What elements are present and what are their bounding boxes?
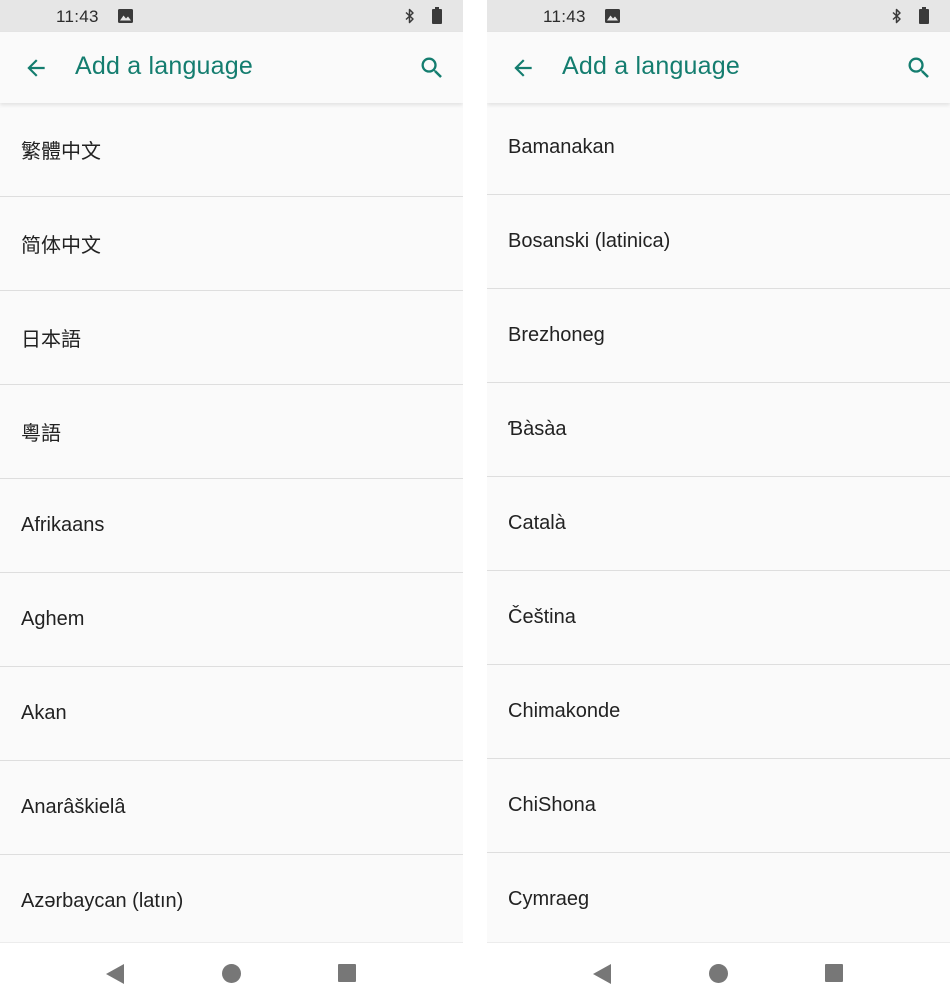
language-item[interactable]: Ɓàsàa [487, 383, 950, 477]
image-icon [118, 9, 133, 23]
language-label: Chimakonde [508, 700, 621, 722]
status-bar: 11:43 [0, 0, 463, 32]
language-item[interactable]: Akan [0, 667, 463, 761]
status-time: 11:43 [543, 7, 586, 26]
language-label: 繁體中文 [21, 141, 101, 163]
language-item[interactable]: Català [487, 477, 950, 571]
language-list: 繁體中文 简体中文 日本語 粵語 Afrikaans Aghem Akan An… [0, 103, 463, 949]
language-item[interactable]: 简体中文 [0, 197, 463, 291]
battery-icon [919, 7, 929, 24]
language-item[interactable]: Brezhoneg [487, 289, 950, 383]
bluetooth-icon [892, 8, 901, 24]
language-label: Anarâškielâ [21, 796, 126, 818]
language-label: Azərbaycan (latın) [21, 890, 184, 912]
phone-screen-left: 11:43 Add a language 繁體中文 简体中文 日本語 粵語 Af… [0, 0, 463, 1002]
language-item[interactable]: Aghem [0, 573, 463, 667]
page-title: Add a language [75, 52, 253, 80]
search-icon [908, 57, 929, 78]
search-button[interactable] [905, 54, 933, 82]
language-item[interactable]: Chimakonde [487, 665, 950, 759]
language-label: Bosanski (latinica) [508, 230, 671, 252]
navigation-bar [487, 942, 950, 1002]
language-item[interactable]: Bamanakan [487, 101, 950, 195]
navigation-bar [0, 942, 463, 1002]
phone-screen-right: 11:43 Add a language Bamanakan Bosanski … [487, 0, 950, 1002]
app-bar: Add a language [0, 32, 463, 103]
app-bar: Add a language [487, 32, 950, 103]
battery-icon [432, 7, 442, 24]
language-item[interactable]: Bosanski (latinica) [487, 195, 950, 289]
language-item[interactable]: Azərbaycan (latın) [0, 855, 463, 949]
bluetooth-icon [405, 8, 414, 24]
nav-back-icon[interactable] [105, 963, 125, 985]
image-icon [605, 9, 620, 23]
language-label: Akan [21, 702, 67, 724]
language-label: Brezhoneg [508, 324, 605, 346]
language-label: Bamanakan [508, 136, 615, 158]
language-label: 粵語 [21, 423, 61, 445]
language-item[interactable]: Anarâškielâ [0, 761, 463, 855]
language-label: Čeština [508, 606, 576, 628]
arrow-back-icon [27, 59, 45, 77]
page-title: Add a language [562, 52, 740, 80]
language-item[interactable]: Čeština [487, 571, 950, 665]
language-label: Català [508, 512, 566, 534]
nav-recents-icon[interactable] [825, 964, 843, 982]
status-time: 11:43 [56, 7, 99, 26]
language-item[interactable]: 日本語 [0, 291, 463, 385]
language-list: Bamanakan Bosanski (latinica) Brezhoneg … [487, 101, 950, 947]
back-button[interactable] [22, 54, 50, 82]
language-label: Ɓàsàa [508, 418, 567, 440]
nav-recents-icon[interactable] [338, 964, 356, 982]
nav-back-icon[interactable] [592, 963, 612, 985]
search-button[interactable] [418, 54, 446, 82]
back-button[interactable] [509, 54, 537, 82]
search-icon [421, 57, 442, 78]
language-label: Aghem [21, 608, 85, 630]
language-item[interactable]: Afrikaans [0, 479, 463, 573]
language-label: 简体中文 [21, 235, 101, 257]
language-label: Afrikaans [21, 514, 105, 536]
language-item[interactable]: 繁體中文 [0, 103, 463, 197]
language-label: Cymraeg [508, 888, 590, 910]
nav-home-icon[interactable] [222, 964, 241, 983]
status-bar: 11:43 [487, 0, 950, 32]
arrow-back-icon [514, 59, 532, 77]
language-item[interactable]: 粵語 [0, 385, 463, 479]
language-item[interactable]: Cymraeg [487, 853, 950, 947]
language-label: 日本語 [21, 329, 81, 351]
language-label: ChiShona [508, 794, 596, 816]
nav-home-icon[interactable] [709, 964, 728, 983]
language-item[interactable]: ChiShona [487, 759, 950, 853]
